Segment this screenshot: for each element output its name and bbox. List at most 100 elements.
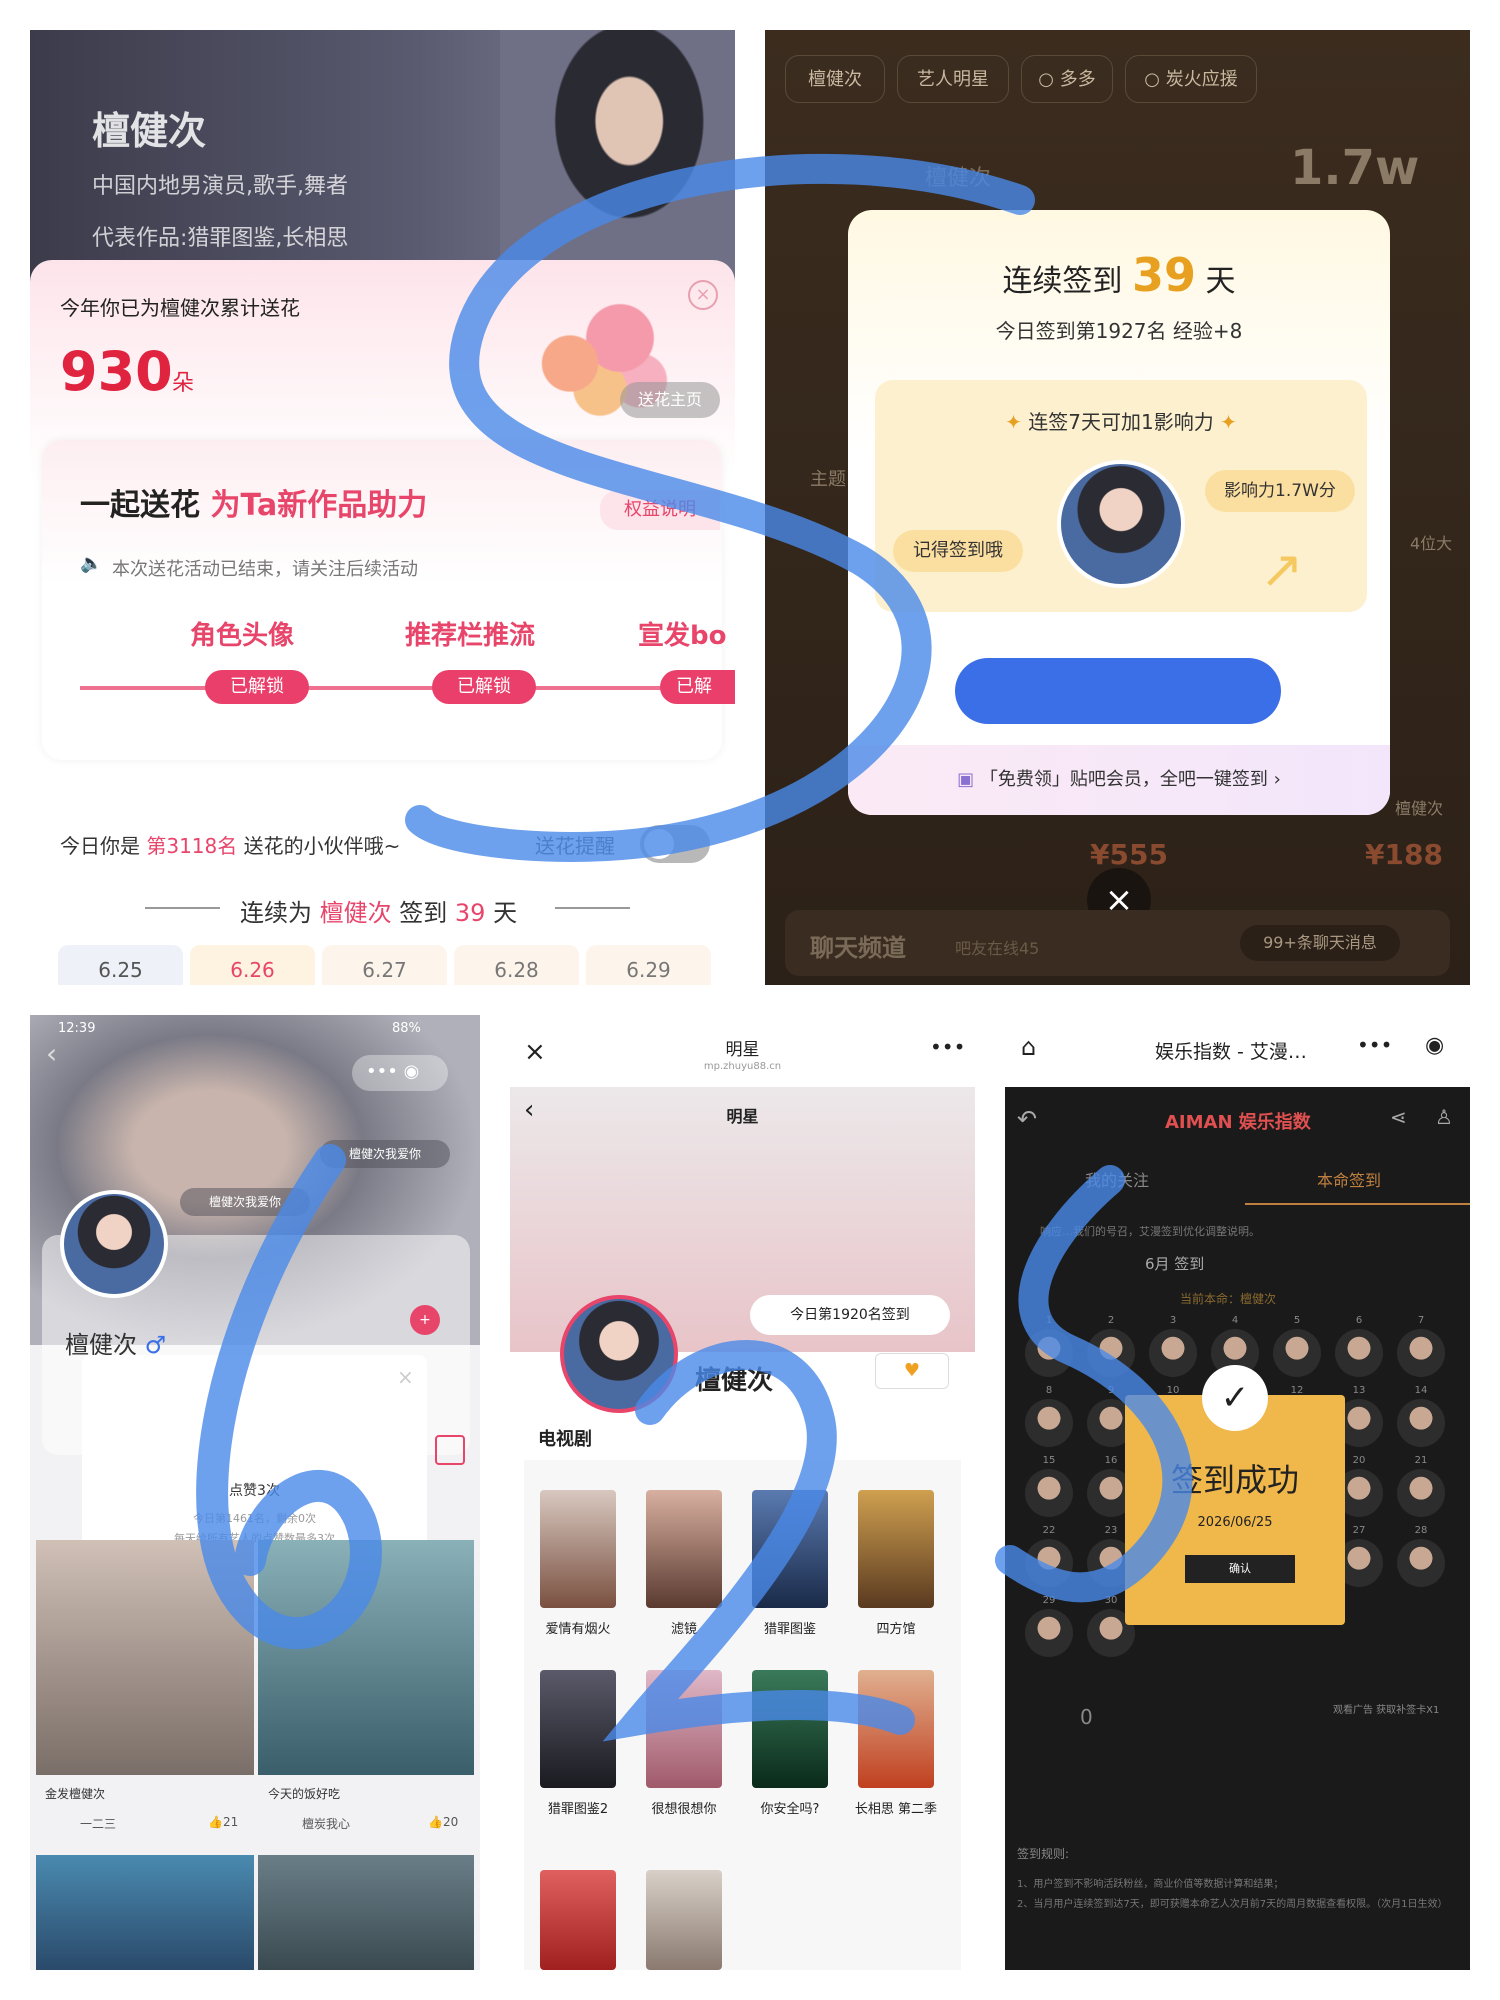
home-icon[interactable]: ⌂	[1021, 1033, 1036, 1061]
tab-follow[interactable]: 我的关注	[1085, 1167, 1149, 1191]
calendar-day-14[interactable]	[1397, 1399, 1445, 1447]
calendar-day-6[interactable]	[1335, 1329, 1383, 1377]
flower-home-button[interactable]: 送花主页	[620, 382, 720, 418]
checkin-button[interactable]	[955, 658, 1281, 724]
gift-icon: ▣	[957, 769, 980, 790]
drama-poster-2[interactable]	[646, 1490, 722, 1608]
calendar-day-28[interactable]	[1397, 1539, 1445, 1587]
date-tab-1[interactable]: 6.26	[190, 945, 315, 985]
streak-text: 连续为 檀健次 签到 39 天	[240, 893, 517, 928]
calendar-icon[interactable]	[435, 1435, 465, 1465]
calendar-day-1[interactable]	[1025, 1329, 1073, 1377]
calendar-day-number: 1	[1045, 1315, 1053, 1326]
remind-toggle[interactable]	[640, 825, 710, 863]
tab-2[interactable]: ○ 多多	[1021, 55, 1113, 103]
remind-label: 送花提醒	[535, 834, 615, 858]
streak-line-right	[555, 907, 630, 909]
section-title: 电视剧	[538, 1429, 592, 1450]
calendar-day-21[interactable]	[1397, 1469, 1445, 1517]
chip-avatar: 檀健次我爱你	[180, 1188, 310, 1216]
thumb-icon: 👍	[428, 1815, 443, 1829]
calendar-day-22[interactable]	[1025, 1539, 1073, 1587]
entertainment-index-panel: ⌂ 娱乐指数 - 艾漫… ••• ◉ ↶ AIMAN 娱乐指数 ⋖ ♙ 我的关注…	[1005, 1015, 1470, 1970]
calendar-day-5[interactable]	[1273, 1329, 1321, 1377]
date-label: 6.26	[230, 958, 275, 982]
user-icon[interactable]: ♙	[1435, 1105, 1453, 1129]
mini-menu[interactable]: ••• ◉	[352, 1055, 448, 1091]
tab-0[interactable]: 檀健次	[785, 55, 885, 103]
activity-title: 一起送花 为Ta新作品助力	[80, 480, 427, 524]
bg-score: 1.7w	[1290, 140, 1420, 196]
drama-poster-4[interactable]	[858, 1490, 934, 1608]
more-icon[interactable]: •••	[1357, 1033, 1392, 1057]
zero-count: 0	[1080, 1705, 1093, 1729]
rank-value: 第3118名	[146, 834, 238, 858]
calendar-day-number: 2	[1107, 1315, 1115, 1326]
date-tab-0[interactable]: 6.25	[58, 945, 183, 985]
share-icon[interactable]: ⋖	[1390, 1105, 1407, 1129]
thumb-icon: 👍	[208, 1815, 223, 1829]
page-title: 娱乐指数 - 艾漫…	[1155, 1041, 1307, 1063]
photo-card-right[interactable]	[258, 1540, 474, 1775]
heart-button[interactable]: ♥	[875, 1353, 949, 1389]
photo-card-left[interactable]	[36, 1540, 254, 1775]
drama-poster-3[interactable]	[752, 1490, 828, 1608]
star-subtitle-2: 代表作品:猎罪图鉴,长相思	[92, 226, 349, 251]
card-right-title: 今天的饭好吃	[268, 1787, 341, 1801]
more-icon[interactable]: •••	[930, 1035, 965, 1059]
calendar-day-29[interactable]	[1025, 1609, 1073, 1657]
calendar-day-number: 14	[1414, 1385, 1428, 1396]
popup-close-icon[interactable]: ×	[397, 1365, 414, 1389]
date-tab-3[interactable]: 6.28	[454, 945, 579, 985]
rights-button[interactable]: 权益说明	[600, 490, 720, 530]
close-icon[interactable]: ×	[688, 280, 718, 310]
ad-text[interactable]: 观看广告 获取补签卡X1	[1333, 1701, 1439, 1716]
drama-poster-9[interactable]	[540, 1870, 616, 1970]
star-page-panel: × 明星 mp.zhuyu88.cn ••• ‹ 明星 今日第1920名签到 檀…	[510, 1015, 975, 1970]
back-icon[interactable]: ‹	[46, 1037, 57, 1070]
card-right-likes: 👍20	[428, 1815, 458, 1829]
date-tab-2[interactable]: 6.27	[322, 945, 447, 985]
drama-label-4: 四方馆	[876, 1622, 916, 1637]
modal-title-suffix: 天	[1196, 264, 1236, 299]
confirm-button[interactable]: 确认	[1185, 1555, 1295, 1583]
target-icon[interactable]: ◉	[1425, 1033, 1444, 1058]
tab-3[interactable]: ○ 炭火应援	[1125, 55, 1257, 103]
streak-mid: 签到	[391, 899, 455, 927]
check-circle-icon: ✓	[1202, 1365, 1268, 1431]
drama-poster-10[interactable]	[646, 1870, 722, 1970]
drama-poster-6[interactable]	[646, 1670, 722, 1788]
calendar-day-number: 21	[1414, 1455, 1428, 1466]
calendar-day-8[interactable]	[1025, 1399, 1073, 1447]
flower-count: 930	[60, 340, 173, 403]
back-icon[interactable]: ↶	[1017, 1105, 1037, 1133]
calendar-day-7[interactable]	[1397, 1329, 1445, 1377]
calendar-day-15[interactable]	[1025, 1469, 1073, 1517]
tab-1[interactable]: 艺人明星	[897, 55, 1009, 103]
heart-plus-icon[interactable]: +	[410, 1305, 440, 1335]
star-name: 檀健次	[92, 109, 207, 153]
calendar-day-3[interactable]	[1149, 1329, 1197, 1377]
chat-messages[interactable]: 99+条聊天消息	[1240, 925, 1400, 961]
drama-poster-1[interactable]	[540, 1490, 616, 1608]
drama-poster-8[interactable]	[858, 1670, 934, 1788]
search-icon: ○	[1038, 69, 1060, 90]
date-tab-4[interactable]: 6.29	[586, 945, 711, 985]
flower-unit: 朵	[172, 371, 195, 396]
streak-line-left	[145, 907, 220, 909]
photo-card-bottom-right[interactable]	[258, 1855, 474, 1970]
date-label: 6.27	[362, 958, 407, 982]
drama-poster-5[interactable]	[540, 1670, 616, 1788]
bonus-title-text: 连签7天可加1影响力	[1028, 410, 1214, 434]
date-label: 6.29	[626, 958, 671, 982]
calendar-day-2[interactable]	[1087, 1329, 1135, 1377]
modal-footer[interactable]: ▣ 「免费领」贴吧会员，全吧一键签到 ›	[848, 745, 1390, 815]
calendar-day-number: 6	[1355, 1315, 1363, 1326]
drama-poster-7[interactable]	[752, 1670, 828, 1788]
card-left-user: 一二三	[80, 1817, 117, 1831]
tab-sign[interactable]: 本命签到	[1317, 1167, 1381, 1191]
bg-name: 檀健次	[925, 166, 992, 191]
tab-label: 多多	[1059, 69, 1096, 90]
tab-underline	[1245, 1203, 1470, 1205]
photo-card-bottom-left[interactable]	[36, 1855, 254, 1970]
